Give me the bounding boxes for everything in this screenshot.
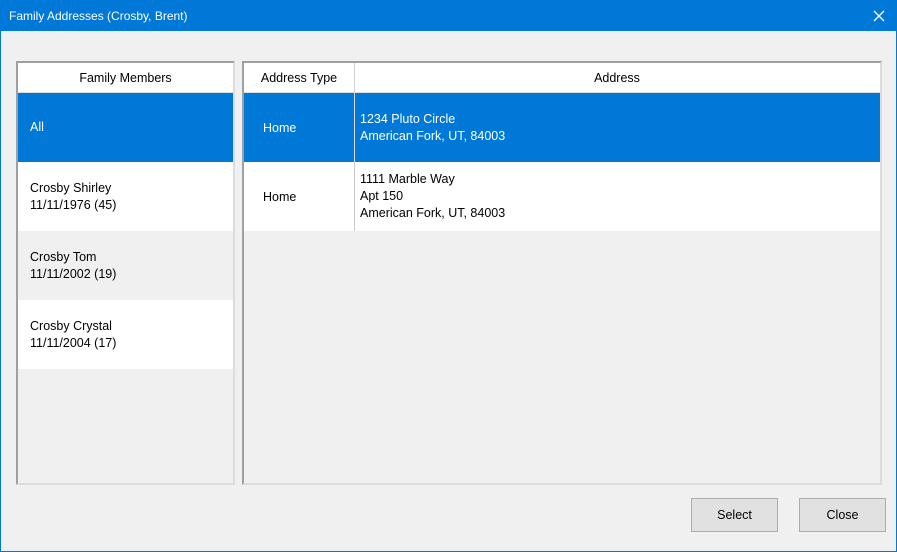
address-grid[interactable]: Address Type Address Home 1234 Pluto Cir… [242, 61, 882, 485]
address-line: 1234 Pluto Circle [360, 111, 456, 126]
select-button[interactable]: Select [691, 498, 778, 532]
address-line: American Fork, UT, 84003 [360, 206, 506, 220]
column-header-address-type[interactable]: Address Type [244, 63, 355, 93]
member-item-crosby-shirley[interactable]: Crosby Shirley 11/11/1976 (45) [18, 162, 233, 231]
member-name: All [30, 120, 44, 134]
close-button[interactable]: Close [799, 498, 886, 532]
column-header-address[interactable]: Address [356, 63, 878, 93]
member-item-crosby-crystal[interactable]: Crosby Crystal 11/11/2004 (17) [18, 300, 233, 369]
close-window-button[interactable] [862, 1, 896, 31]
member-item-crosby-tom[interactable]: Crosby Tom 11/11/2002 (19) [18, 231, 233, 300]
address-cell: 1234 Pluto Circle American Fork, UT, 840… [356, 93, 876, 162]
address-type: Home [263, 120, 297, 135]
address-cell: 1111 Marble Way Apt 150 American Fork, U… [356, 162, 876, 231]
address-line: American Fork, UT, 84003 [360, 128, 506, 143]
member-name: Crosby Shirley [30, 180, 112, 195]
family-members-header: Family Members [18, 63, 233, 93]
address-type: Home [263, 189, 297, 204]
member-dob: 11/11/1976 (45) [30, 197, 117, 212]
window-title: Family Addresses (Crosby, Brent) [9, 9, 188, 23]
address-line: 1111 Marble Way [360, 172, 455, 186]
address-row[interactable]: Home 1234 Pluto Circle American Fork, UT… [244, 93, 880, 162]
close-x-icon [873, 10, 885, 22]
address-type-cell: Home [244, 93, 355, 162]
family-addresses-dialog: Family Addresses (Crosby, Brent) Family … [0, 0, 897, 552]
member-dob: 11/11/2004 (17) [30, 335, 117, 350]
member-name: Crosby Tom [30, 249, 97, 264]
address-type-cell: Home [244, 162, 355, 231]
member-dob: 11/11/2002 (19) [30, 266, 117, 281]
member-item-all[interactable]: All [18, 93, 233, 162]
family-members-list[interactable]: Family Members All Crosby Shirley 11/11/… [16, 61, 235, 485]
title-bar[interactable]: Family Addresses (Crosby, Brent) [1, 1, 896, 31]
address-line: Apt 150 [360, 189, 404, 203]
address-grid-header: Address Type Address [244, 63, 880, 93]
member-name: Crosby Crystal [30, 318, 112, 333]
column-header-family-members[interactable]: Family Members [18, 63, 233, 93]
address-row[interactable]: Home 1111 Marble Way Apt 150 American Fo… [244, 162, 880, 231]
